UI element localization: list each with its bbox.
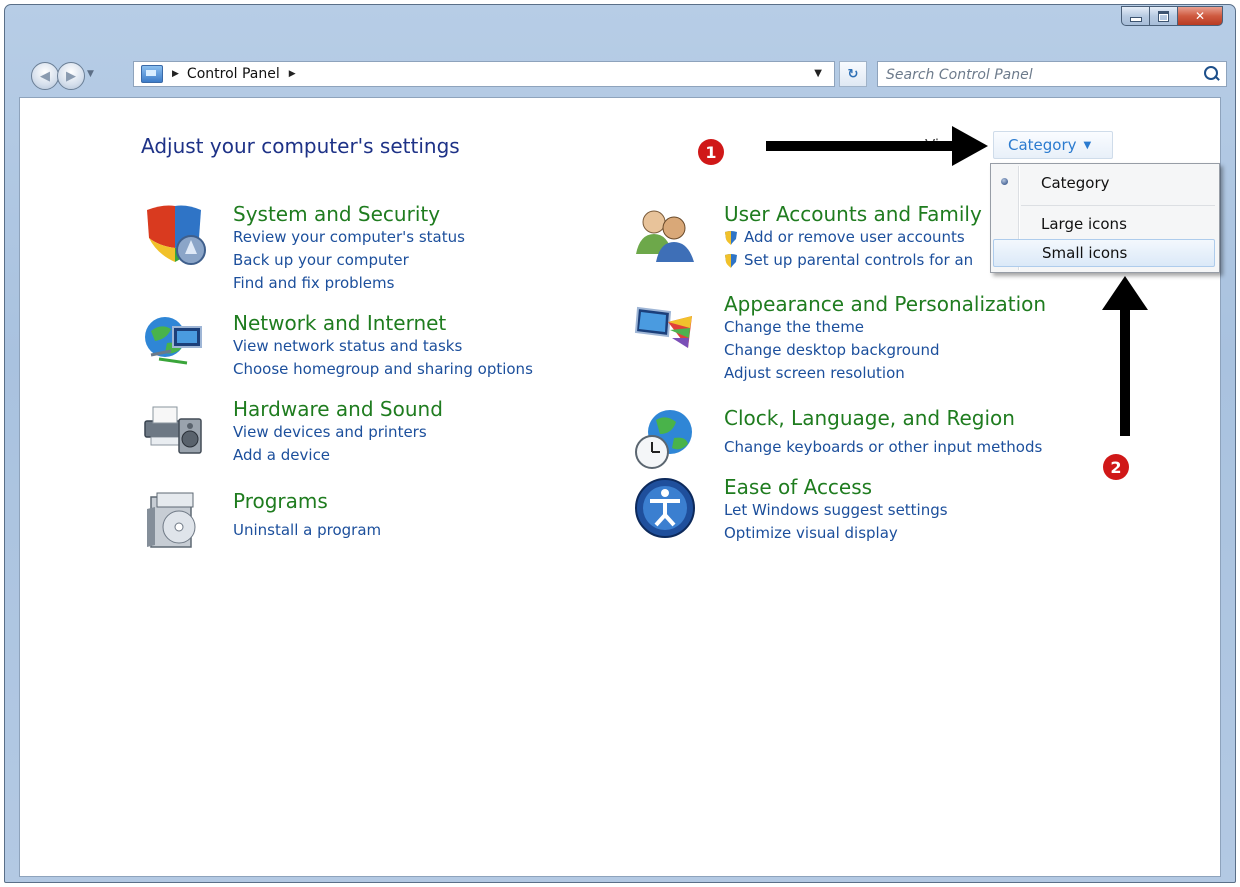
task-link-label: Add or remove user accounts [744,228,965,246]
category-title-link[interactable]: Hardware and Sound [233,397,443,421]
menu-separator [1021,205,1215,206]
view-by-menu: Category Large icons Small icons [990,163,1220,273]
search-box [877,61,1227,87]
step-1-badge: 1 [698,139,724,165]
close-icon: ✕ [1194,9,1206,23]
search-input[interactable] [884,64,1188,86]
category-title-link[interactable]: Network and Internet [233,311,533,335]
category-text: Hardware and Sound View devices and prin… [233,397,443,467]
task-link[interactable]: Optimize visual display [724,522,948,545]
refresh-icon: ↻ [847,66,859,82]
breadcrumb-arrow-icon[interactable]: ▶ [289,69,296,79]
menu-item-label: Category [1041,174,1110,192]
category-title-link[interactable]: Appearance and Personalization [724,292,1046,316]
step-2-badge: 2 [1103,454,1129,480]
minimize-button[interactable] [1121,6,1149,26]
close-button[interactable]: ✕ [1177,6,1223,26]
task-link[interactable]: Let Windows suggest settings [724,499,948,522]
back-button[interactable]: ◀ [31,62,59,90]
category-title-link[interactable]: Clock, Language, and Region [724,406,1042,430]
category-title-link[interactable]: Ease of Access [724,475,948,499]
category-title-link[interactable]: System and Security [233,202,465,226]
caption-buttons: ✕ [1121,6,1223,26]
search-icon[interactable] [1204,66,1218,80]
breadcrumb-control-panel[interactable]: Control Panel [187,66,280,82]
category-text: System and Security Review your computer… [233,202,465,295]
task-link[interactable]: Find and fix problems [233,272,465,295]
menu-item-large-icons[interactable]: Large icons [993,210,1215,238]
breadcrumb-arrow-icon[interactable]: ▶ [172,69,179,79]
category-text: Programs Uninstall a program [233,489,381,542]
recent-pages-button[interactable]: ▼ [87,69,94,79]
view-by-value: Category [1008,136,1077,154]
category-title-link[interactable]: User Accounts and Family [724,202,982,226]
uac-shield-icon [725,253,737,268]
category-text: Ease of Access Let Windows suggest setti… [724,475,948,545]
chevron-down-icon: ▼ [1083,139,1092,151]
task-link[interactable]: View devices and printers [233,421,443,444]
task-link[interactable]: Change desktop background [724,339,1046,362]
shield-icon [147,205,206,265]
forward-arrow-icon: ▶ [66,68,76,84]
category-text: Appearance and Personalization Change th… [724,292,1046,385]
control-panel-window: ✕ ◀ ▶ ▼ ▶ Control Panel ▶ ▼ ↻ Adjust you… [4,4,1236,883]
task-link[interactable]: Change keyboards or other input methods [724,436,1042,459]
printer-speaker-icon [144,406,202,454]
menu-item-small-icons[interactable]: Small icons [993,239,1215,267]
category-text: Clock, Language, and Region Change keybo… [724,406,1042,459]
task-link[interactable]: Change the theme [724,316,1046,339]
radio-selected-icon [1001,178,1008,185]
page-title: Adjust your computer's settings [141,134,460,158]
navigation-bar: ◀ ▶ ▼ ▶ Control Panel ▶ ▼ ↻ [23,59,1227,90]
uac-shield-icon [725,230,737,245]
category-title-link[interactable]: Programs [233,489,381,513]
minimize-icon [1129,16,1142,22]
maximize-icon [1158,10,1169,22]
task-link-label: Set up parental controls for an [744,251,974,269]
category-text: User Accounts and Family Add or remove u… [724,202,982,272]
network-globe-icon [145,317,202,365]
task-link[interactable]: Uninstall a program [233,519,381,542]
address-bar[interactable]: ▶ Control Panel ▶ ▼ [133,61,835,87]
menu-item-category[interactable]: Category [993,169,1215,197]
arrow-right-icon [766,126,988,166]
address-dropdown-icon[interactable]: ▼ [814,68,822,79]
programs-disc-icon [147,492,196,548]
back-arrow-icon: ◀ [40,68,50,84]
content-pane: Adjust your computer's settings Vi Categ… [19,97,1221,877]
clock-globe-icon [635,410,692,469]
task-link[interactable]: Add a device [233,444,443,467]
monitor-palette-icon [634,306,692,348]
control-panel-icon [141,65,163,83]
task-link[interactable]: Set up parental controls for an [724,249,982,272]
maximize-button[interactable] [1149,6,1177,26]
menu-item-label: Small icons [1042,244,1128,262]
forward-button[interactable]: ▶ [57,62,85,90]
arrow-up-icon [1102,276,1148,436]
refresh-button[interactable]: ↻ [839,61,867,87]
category-text: Network and Internet View network status… [233,311,533,381]
view-by-dropdown[interactable]: Category ▼ [993,131,1113,159]
task-link[interactable]: Choose homegroup and sharing options [233,358,533,381]
task-link[interactable]: Adjust screen resolution [724,362,1046,385]
task-link[interactable]: Back up your computer [233,249,465,272]
users-icon [636,210,694,262]
menu-item-label: Large icons [1041,215,1127,233]
task-link[interactable]: Review your computer's status [233,226,465,249]
task-link[interactable]: Add or remove user accounts [724,226,982,249]
ease-of-access-icon [635,478,695,538]
task-link[interactable]: View network status and tasks [233,335,533,358]
